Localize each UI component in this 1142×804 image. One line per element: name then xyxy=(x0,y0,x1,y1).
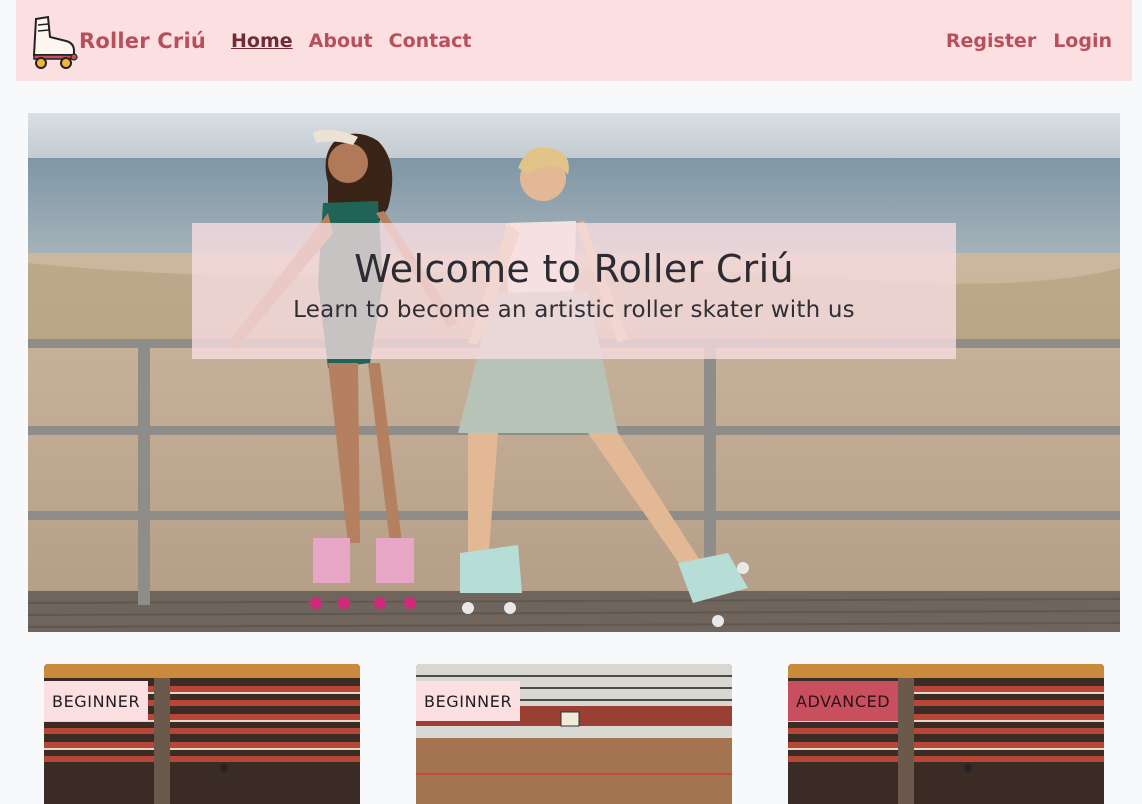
nav-contact-link[interactable]: Contact xyxy=(389,30,472,52)
class-card[interactable]: ADVANCED xyxy=(788,664,1104,804)
level-badge: ADVANCED xyxy=(788,681,899,721)
login-link[interactable]: Login xyxy=(1053,30,1112,52)
level-badge: BEGINNER xyxy=(416,681,521,721)
hero-caption: Welcome to Roller Criú Learn to become a… xyxy=(192,223,956,359)
hero-subtitle: Learn to become an artistic roller skate… xyxy=(293,297,855,323)
roller-skate-icon xyxy=(32,15,78,69)
class-card[interactable]: BEGINNER xyxy=(44,664,360,804)
hero-photo xyxy=(28,113,1120,632)
register-link[interactable]: Register xyxy=(946,30,1036,52)
brand-link[interactable]: Roller Criú xyxy=(28,13,206,69)
class-card[interactable]: BEGINNER xyxy=(416,664,732,804)
main-nav: Home About Contact xyxy=(231,30,487,52)
nav-about-link[interactable]: About xyxy=(309,30,373,52)
level-badge: BEGINNER xyxy=(44,681,149,721)
hero-title: Welcome to Roller Criú xyxy=(354,247,794,291)
nav-home-link[interactable]: Home xyxy=(231,30,293,52)
brand-name: Roller Criú xyxy=(79,28,207,53)
hero-banner: Welcome to Roller Criú Learn to become a… xyxy=(28,113,1120,632)
navbar: Roller Criú Home About Contact Register … xyxy=(16,0,1132,81)
auth-nav: Register Login xyxy=(929,30,1112,52)
